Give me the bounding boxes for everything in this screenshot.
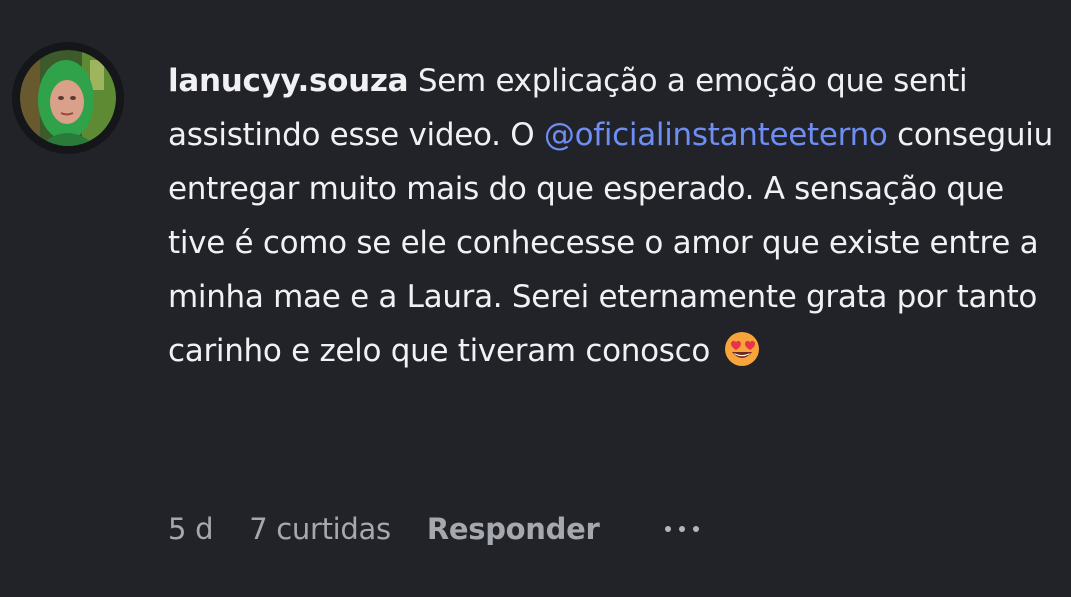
avatar-image [20,50,116,146]
comment-actions: 5 d 7 curtidas Responder [168,512,703,546]
comment-likes-count[interactable]: 7 curtidas [249,512,391,546]
comment-username[interactable]: lanucyy.souza [168,63,409,99]
more-dot [665,526,672,532]
comment-body: lanucyy.souza Sem explicação a emoção qu… [168,54,1058,378]
more-horizontal-icon[interactable] [661,522,703,536]
comment-mention-link[interactable]: @oficialinstanteeterno [544,117,888,153]
comment: lanucyy.souza Sem explicação a emoção qu… [0,0,1071,597]
reply-button[interactable]: Responder [427,512,600,546]
comment-text-part-2: conseguiu entregar muito mais do que esp… [168,117,1053,369]
more-dot [693,526,700,532]
heart-eyes-emoji-icon [724,332,759,366]
more-dot [679,526,686,532]
avatar[interactable] [12,42,124,154]
comment-timestamp[interactable]: 5 d [168,512,213,546]
